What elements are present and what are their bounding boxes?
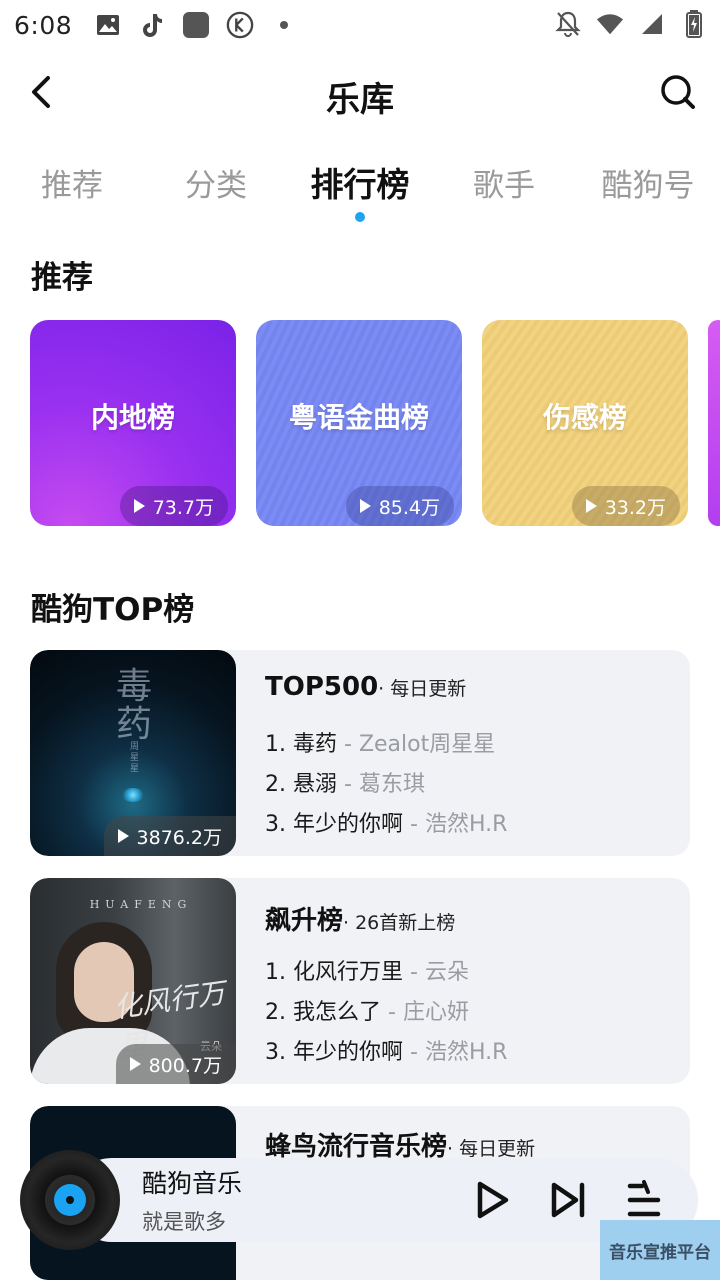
song-title: 毒药 <box>293 732 338 757</box>
status-bar: 6:08 <box>0 0 720 50</box>
song-title: 悬溺 <box>293 772 338 797</box>
song-rank: 1. <box>265 960 286 985</box>
song-title: 我怎么了 <box>293 1000 382 1025</box>
song-artist: - 庄心妍 <box>388 1000 469 1025</box>
search-button[interactable] <box>658 72 698 112</box>
play-icon <box>359 499 371 513</box>
play-icon <box>133 499 145 513</box>
watermark-overlay: 音乐宣推平台 <box>600 1220 720 1280</box>
top-section-title: 酷狗TOP榜 <box>31 592 195 628</box>
cover-header-text: HUAFENG <box>89 898 193 911</box>
song-artist: - 云朵 <box>410 960 469 985</box>
list-song-3: 3. 年少的你啊 - 浩然H.R <box>265 1034 507 1066</box>
list-subtitle: · 每日更新 <box>378 678 467 700</box>
play-count-badge: 85.4万 <box>345 486 454 526</box>
player-title: 酷狗音乐 <box>142 1169 243 1198</box>
recommend-card-next-partial[interactable] <box>708 320 720 526</box>
song-artist: - 浩然H.R <box>410 812 508 837</box>
list-subtitle: · 26首新上榜 <box>343 912 456 934</box>
cover-light-glow <box>122 788 144 802</box>
active-tab-indicator <box>355 212 365 222</box>
play-icon <box>129 1057 141 1071</box>
song-artist: - 浩然H.R <box>410 1040 508 1065</box>
tab-recommend[interactable]: 推荐 <box>0 160 144 205</box>
skip-next-icon <box>551 1182 585 1218</box>
app-square-icon <box>182 11 210 39</box>
song-rank: 2. <box>265 772 286 797</box>
search-icon <box>661 75 695 109</box>
page-title: 乐库 <box>326 80 394 120</box>
top500-cover: 毒药 周星星 3876.2万 <box>30 650 236 856</box>
play-icon <box>117 829 129 843</box>
tab-singer[interactable]: 歌手 <box>432 160 576 205</box>
battery-charging-icon <box>680 10 708 38</box>
disc-hole <box>66 1196 74 1204</box>
play-button[interactable] <box>470 1178 514 1222</box>
recommend-card-name: 粤语金曲榜 <box>288 401 429 434</box>
play-count-badge: 73.7万 <box>119 486 228 526</box>
cover-title-text: 毒药 <box>116 666 153 745</box>
playlist-button[interactable] <box>622 1178 666 1222</box>
list-name: 飙升榜 <box>265 906 344 936</box>
list-song-1: 1. 毒药 - Zealot周星星 <box>265 726 495 758</box>
song-rank: 2. <box>265 1000 286 1025</box>
song-title: 年少的你啊 <box>293 1040 404 1065</box>
header: 乐库 <box>0 60 720 126</box>
song-artist: - 葛东琪 <box>344 772 425 797</box>
rising-cover: HUAFENG 化风行万里 云朵 800.7万 <box>30 878 236 1084</box>
player-subtitle: 就是歌多 <box>142 1210 226 1234</box>
signal-icon <box>638 10 666 38</box>
play-count-badge: 33.2万 <box>571 486 680 526</box>
play-count: 73.7万 <box>152 496 214 519</box>
wifi-icon <box>596 10 624 38</box>
mini-player[interactable]: 酷狗音乐 就是歌多 <box>20 1150 700 1250</box>
tiktok-icon <box>138 11 166 39</box>
play-count-badge: 800.7万 <box>115 1044 236 1084</box>
song-rank: 3. <box>265 812 286 837</box>
recommend-card-name: 内地榜 <box>90 401 175 434</box>
tab-kugou-account[interactable]: 酷狗号 <box>576 160 720 205</box>
song-artist: - Zealot周星星 <box>344 732 496 757</box>
status-time: 6:08 <box>14 10 73 40</box>
play-count: 33.2万 <box>604 496 666 519</box>
list-song-3: 3. 年少的你啊 - 浩然H.R <box>265 806 507 838</box>
playlist-icon <box>627 1180 661 1217</box>
list-song-2: 2. 我怎么了 - 庄心妍 <box>265 994 469 1026</box>
tab-ranking[interactable]: 排行榜 <box>288 158 432 206</box>
list-title: 飙升榜· 26首新上榜 <box>265 900 455 937</box>
song-rank: 3. <box>265 1040 286 1065</box>
play-count: 3876.2万 <box>136 826 222 849</box>
next-button[interactable] <box>546 1178 590 1222</box>
song-rank: 1. <box>265 732 286 757</box>
dot-icon <box>270 11 298 39</box>
list-song-1: 1. 化风行万里 - 云朵 <box>265 954 469 986</box>
list-name: TOP500 <box>265 672 379 702</box>
vinyl-disc-icon[interactable] <box>20 1150 120 1250</box>
tab-category[interactable]: 分类 <box>144 160 288 205</box>
list-song-2: 2. 悬溺 - 葛东琪 <box>265 766 425 798</box>
recommend-card-mainland[interactable]: 内地榜 73.7万 <box>30 320 236 526</box>
top-list-row-top500[interactable]: 毒药 周星星 3876.2万 TOP500· 每日更新 1. 毒药 - Zeal… <box>30 650 690 856</box>
list-title: TOP500· 每日更新 <box>265 672 466 702</box>
k-circle-icon <box>226 11 254 39</box>
recommend-card-cantonese[interactable]: 粤语金曲榜 85.4万 <box>256 320 462 526</box>
recommend-card-name: 伤感榜 <box>542 401 627 434</box>
play-count-badge: 3876.2万 <box>103 816 236 856</box>
play-count: 85.4万 <box>378 496 440 519</box>
status-system-icons <box>554 10 708 38</box>
song-title: 年少的你啊 <box>293 812 404 837</box>
recommend-section-title: 推荐 <box>31 260 93 296</box>
cover-artist-text: 周星星 <box>130 742 140 774</box>
recommend-card-sad[interactable]: 伤感榜 33.2万 <box>482 320 688 526</box>
top-list-row-rising[interactable]: HUAFENG 化风行万里 云朵 800.7万 飙升榜· 26首新上榜 1. 化… <box>30 878 690 1084</box>
status-notification-icons <box>94 11 298 39</box>
song-title: 化风行万里 <box>293 960 404 985</box>
bell-off-icon <box>554 10 582 38</box>
image-icon <box>94 11 122 39</box>
play-count: 800.7万 <box>148 1054 222 1077</box>
play-icon <box>477 1181 509 1219</box>
play-icon <box>585 499 597 513</box>
